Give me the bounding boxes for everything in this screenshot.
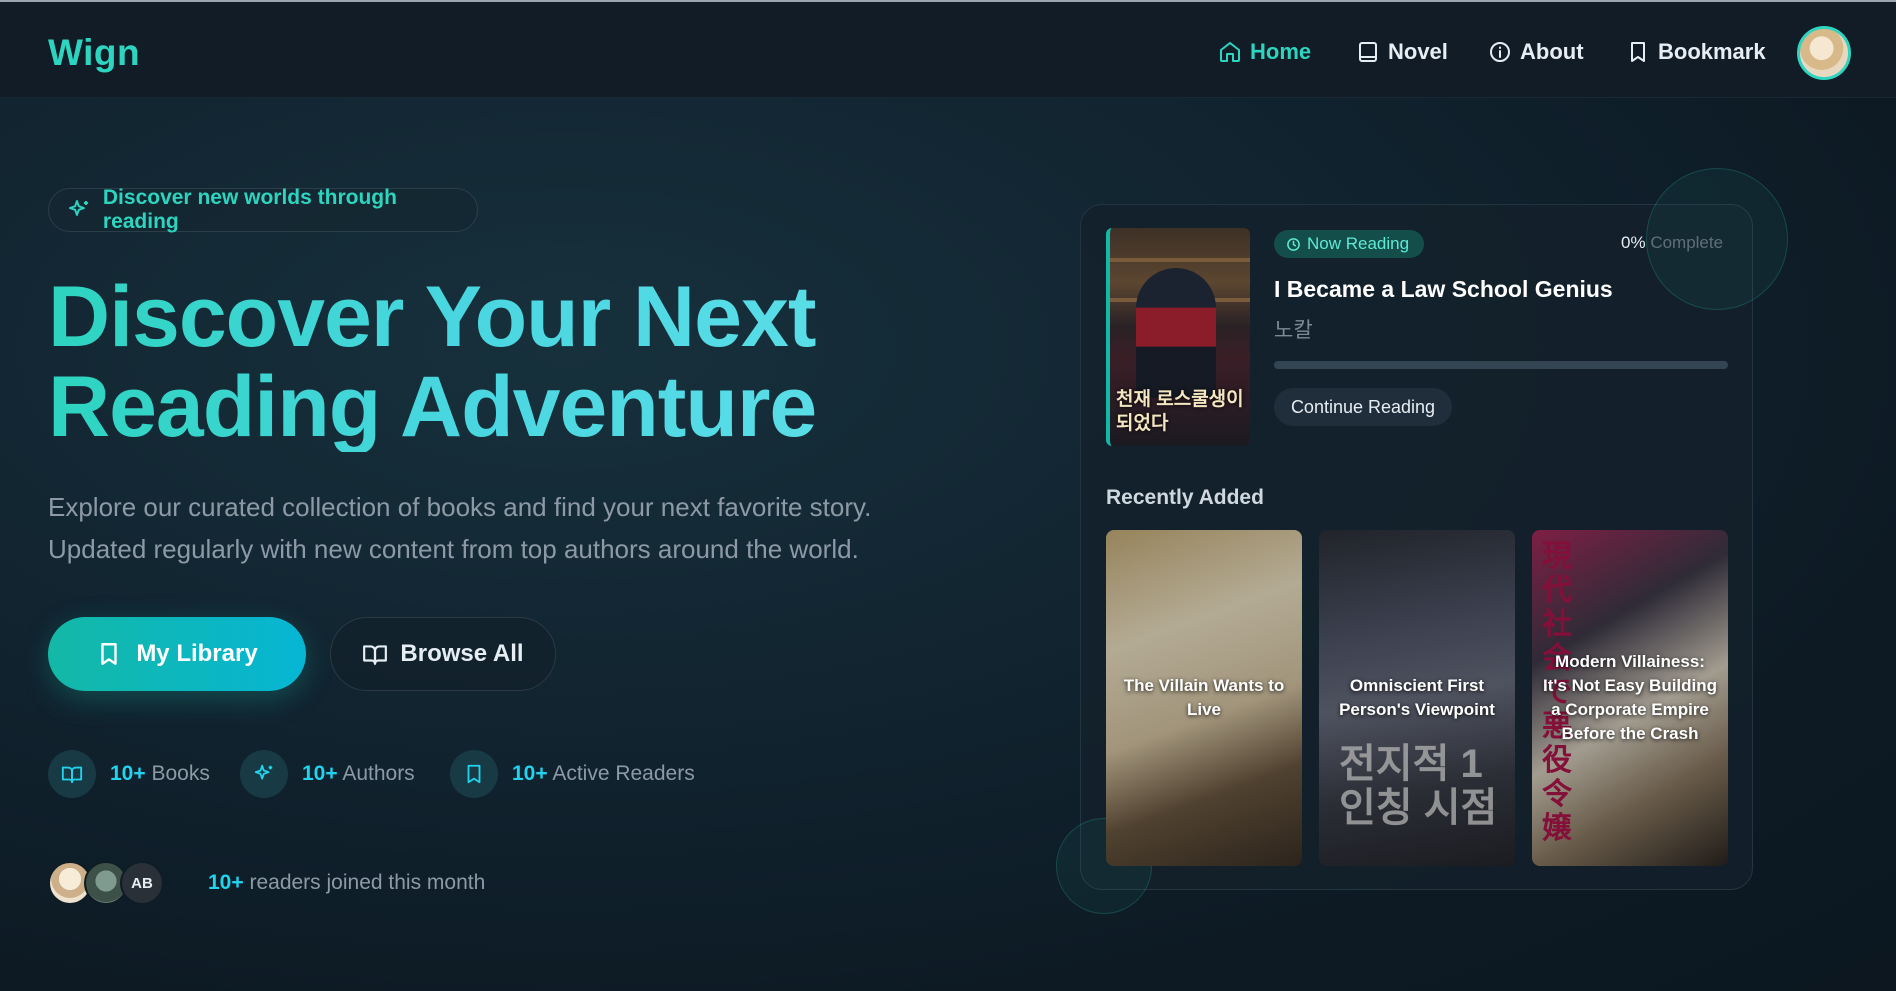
bookmark-icon [467, 764, 481, 784]
my-library-button[interactable]: My Library [48, 617, 306, 691]
progress-percent-value: 0% [1621, 233, 1646, 252]
now-reading-title[interactable]: I Became a Law School Genius [1274, 276, 1613, 303]
stat-books-circle [48, 750, 96, 798]
bookmark-icon [101, 643, 118, 665]
nav-novel[interactable]: Novel [1356, 38, 1448, 66]
book-icon [1359, 42, 1377, 62]
recent-book-3-title: Modern Villainess: It's Not Easy Buildin… [1542, 652, 1718, 743]
nav-home[interactable]: Home [1218, 38, 1311, 66]
stat-books: 10+ Books [48, 750, 210, 798]
brand-logo[interactable]: Wign [48, 32, 140, 74]
nav-bookmark[interactable]: Bookmark [1626, 38, 1766, 66]
readers-num: 10+ [208, 871, 244, 894]
stat-books-label: Books [151, 762, 210, 785]
nav-novel-label: Novel [1388, 39, 1448, 64]
stat-authors-label: Authors [342, 762, 415, 785]
hero-pill: Discover new worlds through reading [48, 186, 478, 233]
cover-title-text: 천재 로스쿨생이 되었다 [1116, 389, 1244, 434]
book-open-icon [61, 766, 83, 784]
browse-all-label: Browse All [400, 640, 524, 667]
info-icon [1490, 42, 1510, 62]
hero-subtitle: Explore our curated collection of books … [48, 486, 948, 570]
recently-added-heading: Recently Added [1106, 486, 1264, 509]
home-icon [1220, 42, 1240, 62]
sparkles-icon [68, 200, 88, 216]
continue-reading-button[interactable]: Continue Reading [1274, 388, 1452, 426]
cover-figure [1136, 268, 1216, 398]
stat-authors: 10+ Authors [240, 750, 415, 798]
browse-all-button[interactable]: Browse All [330, 617, 556, 691]
now-reading-badge-label: Now Reading [1307, 234, 1410, 253]
recent-book-1-title: The Villain Wants to Live [1123, 676, 1285, 719]
now-reading-author: 노칼 [1274, 319, 1313, 342]
recent-book-2-title: Omniscient First Person's Viewpoint [1339, 676, 1495, 719]
nav-home-label: Home [1250, 39, 1312, 64]
user-avatar[interactable] [1797, 26, 1851, 80]
bookmark-icon [1631, 42, 1645, 62]
progress-bar [1274, 361, 1728, 369]
hero-title-line1: Discover Your Next [48, 269, 816, 365]
book-open-icon [363, 645, 388, 665]
now-reading-badge: Now Reading [1274, 230, 1424, 258]
hero-subtitle-line2: Updated regularly with new content from … [48, 534, 859, 564]
stat-readers-label: Active Readers [552, 762, 695, 785]
stat-readers-num: 10+ [512, 762, 548, 785]
progress-percent-label: Complete [1650, 233, 1724, 252]
stat-readers-circle [450, 750, 498, 798]
hero-pill-text: Discover new worlds through reading [102, 186, 397, 233]
readers-joined: AB 10+ readers joined this month [48, 860, 485, 906]
readers-text: readers joined this month [249, 871, 486, 894]
my-library-label: My Library [136, 640, 258, 667]
sparkles-icon [254, 764, 273, 780]
stat-books-num: 10+ [110, 762, 146, 785]
progress-percent: 0% Complete [1621, 233, 1723, 253]
navbar: Wign Home Novel About Bookmark [0, 2, 1896, 98]
recent-book-1[interactable]: The Villain Wants to Live [1106, 530, 1302, 866]
nav-about[interactable]: About [1488, 38, 1584, 66]
stat-readers: 10+ Active Readers [450, 750, 695, 798]
clock-icon [1287, 237, 1300, 251]
stat-authors-circle [240, 750, 288, 798]
hero-title: Discover Your Next Reading Adventure [48, 272, 948, 452]
nav-about-label: About [1520, 39, 1584, 64]
now-reading-cover[interactable]: 천재 로스쿨생이 되었다 [1106, 228, 1250, 446]
recent-book-2[interactable]: 전지적 1인칭 시점 Omniscient First Person's Vie… [1319, 530, 1515, 866]
stat-authors-num: 10+ [302, 762, 338, 785]
cover-shelf [1110, 258, 1250, 262]
reader-avatar: AB [120, 861, 164, 905]
hero-subtitle-line1: Explore our curated collection of books … [48, 492, 872, 522]
recent-book-3[interactable]: 現代社会で悪役令嬢 Modern Villainess: It's Not Ea… [1532, 530, 1728, 866]
hero-title-line2: Reading Adventure [48, 359, 817, 455]
nav-bookmark-label: Bookmark [1658, 39, 1766, 64]
